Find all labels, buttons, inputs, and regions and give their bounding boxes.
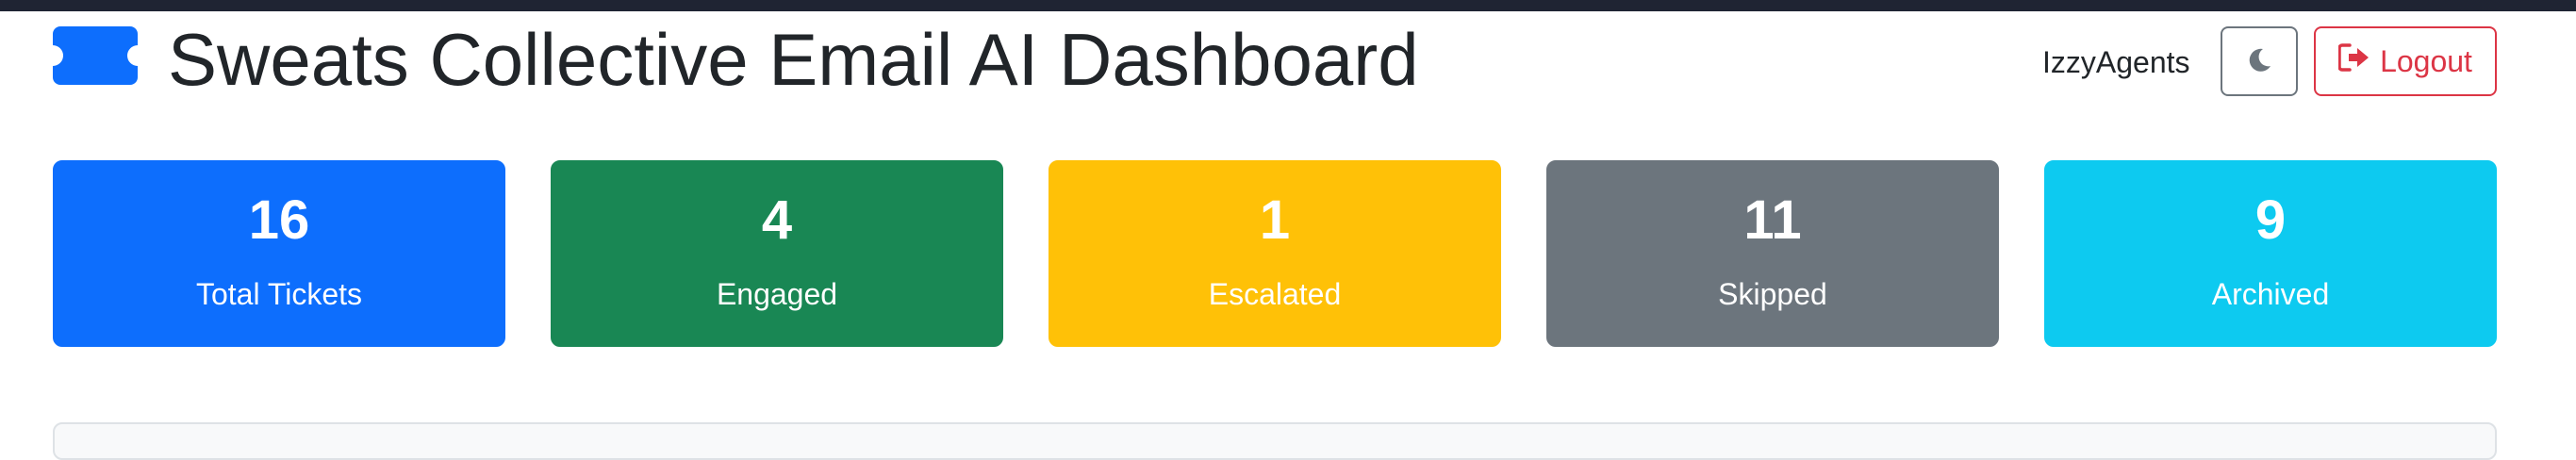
- stat-value: 16: [248, 189, 310, 251]
- theme-toggle-button[interactable]: [2221, 26, 2298, 96]
- user-name: IzzyAgents: [2042, 45, 2190, 79]
- header: Sweats Collective Email AI Dashboard Izz…: [53, 17, 2497, 102]
- stat-value: 1: [1259, 189, 1291, 251]
- stat-card-archived: 9 Archived: [2044, 160, 2497, 347]
- stat-label: Escalated: [1208, 277, 1342, 311]
- stat-value: 11: [1743, 189, 1802, 251]
- stat-card-total-tickets: 16 Total Tickets: [53, 160, 505, 347]
- stats-row: 16 Total Tickets 4 Engaged 1 Escalated 1…: [53, 160, 2497, 347]
- stat-value: 4: [761, 189, 793, 251]
- moon-icon: [2245, 46, 2273, 77]
- stat-card-engaged: 4 Engaged: [551, 160, 1003, 347]
- ticket-icon: [53, 26, 138, 85]
- stat-label: Skipped: [1718, 277, 1827, 311]
- sign-out-icon: [2337, 43, 2370, 79]
- stat-card-skipped: 11 Skipped: [1546, 160, 1999, 347]
- logout-button[interactable]: Logout: [2314, 26, 2497, 96]
- stat-label: Archived: [2211, 277, 2330, 311]
- stat-value: 9: [2254, 189, 2287, 251]
- stat-card-escalated: 1 Escalated: [1049, 160, 1501, 347]
- stat-label: Total Tickets: [195, 277, 363, 311]
- page-title: Sweats Collective Email AI Dashboard: [168, 18, 1419, 101]
- stat-label: Engaged: [716, 277, 838, 311]
- logout-label: Logout: [2380, 43, 2472, 78]
- content-panel: [53, 422, 2497, 460]
- top-bar: [0, 0, 2576, 11]
